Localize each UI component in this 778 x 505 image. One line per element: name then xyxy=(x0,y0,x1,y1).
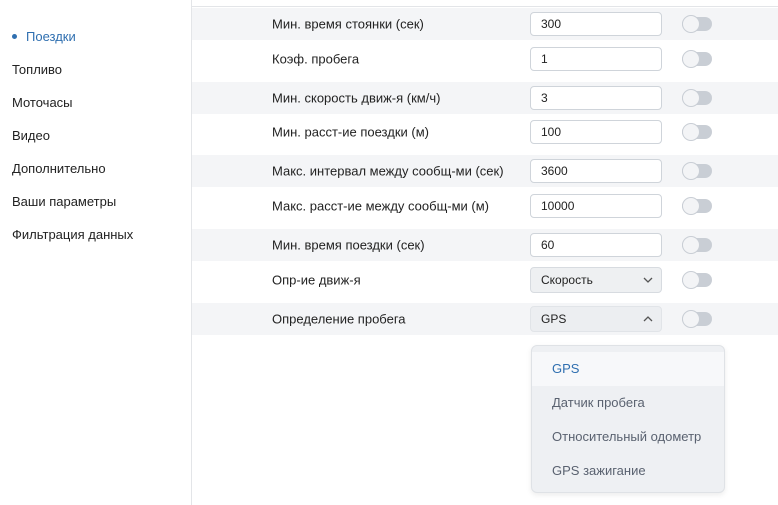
setting-row-min-speed: Мин. скорость движ-я (км/ч) xyxy=(192,82,778,114)
setting-row-min-trip-time: Мин. время поездки (сек) xyxy=(192,229,778,261)
min-trip-distance-input[interactable] xyxy=(530,120,662,144)
chevron-up-icon xyxy=(643,316,653,322)
mileage-coef-toggle[interactable] xyxy=(682,50,712,68)
select-value: Скорость xyxy=(541,273,593,287)
max-msg-interval-input[interactable] xyxy=(530,159,662,183)
select-value: GPS xyxy=(541,312,567,326)
toggle-knob xyxy=(682,236,700,254)
toggle-knob xyxy=(682,123,700,141)
min-trip-time-input[interactable] xyxy=(530,233,662,257)
setting-label: Определение пробега xyxy=(272,311,406,327)
setting-label: Коэф. пробега xyxy=(272,51,360,67)
setting-row-min-trip-distance: Мин. расст-ие поездки (м) xyxy=(192,116,778,148)
setting-row-mileage-detection: Определение пробега GPS xyxy=(192,303,778,335)
toggle-knob xyxy=(682,162,700,180)
min-speed-input[interactable] xyxy=(530,86,662,110)
mileage-detection-dropdown: GPS Датчик пробега Относительный одометр… xyxy=(531,345,725,493)
chevron-down-icon xyxy=(643,277,653,283)
max-msg-distance-input[interactable] xyxy=(530,194,662,218)
sidebar-item-video[interactable]: Видео xyxy=(12,128,50,143)
toggle-knob xyxy=(682,15,700,33)
toggle-knob xyxy=(682,271,700,289)
max-msg-interval-toggle[interactable] xyxy=(682,162,712,180)
toggle-knob xyxy=(682,50,700,68)
setting-label: Мин. время стоянки (сек) xyxy=(272,16,424,32)
dropdown-option-mileage-sensor[interactable]: Датчик пробега xyxy=(532,386,724,420)
sidebar-item-your-parameters[interactable]: Ваши параметры xyxy=(12,194,116,209)
setting-row-max-msg-distance: Макс. расст-ие между сообщ-ми (м) xyxy=(192,190,778,222)
mileage-detection-select[interactable]: GPS xyxy=(530,306,662,332)
setting-row-max-msg-interval: Макс. интервал между сообщ-ми (сек) xyxy=(192,155,778,187)
min-trip-distance-toggle[interactable] xyxy=(682,123,712,141)
motion-detection-select[interactable]: Скорость xyxy=(530,267,662,293)
mileage-detection-toggle[interactable] xyxy=(682,310,712,328)
motion-detection-toggle[interactable] xyxy=(682,271,712,289)
setting-label: Опр-ие движ-я xyxy=(272,272,361,288)
sidebar-item-fuel[interactable]: Топливо xyxy=(12,62,62,77)
toggle-knob xyxy=(682,197,700,215)
setting-label: Мин. расст-ие поездки (м) xyxy=(272,124,429,140)
min-trip-time-toggle[interactable] xyxy=(682,236,712,254)
mileage-coef-input[interactable] xyxy=(530,47,662,71)
dropdown-option-gps-ignition[interactable]: GPS зажигание xyxy=(532,454,724,488)
sidebar-item-additional[interactable]: Дополнительно xyxy=(12,161,106,176)
max-msg-distance-toggle[interactable] xyxy=(682,197,712,215)
top-divider xyxy=(192,6,778,7)
setting-label: Мин. скорость движ-я (км/ч) xyxy=(272,90,441,106)
min-stop-time-input[interactable] xyxy=(530,12,662,36)
toggle-knob xyxy=(682,310,700,328)
setting-label: Макс. расст-ие между сообщ-ми (м) xyxy=(272,198,490,214)
setting-row-mileage-coef: Коэф. пробега xyxy=(192,43,778,75)
setting-row-motion-detection: Опр-ие движ-я Скорость xyxy=(192,264,778,296)
sidebar-item-engine-hours[interactable]: Моточасы xyxy=(12,95,73,110)
setting-label: Мин. время поездки (сек) xyxy=(272,237,425,253)
setting-label: Макс. интервал между сообщ-ми (сек) xyxy=(272,163,504,179)
min-speed-toggle[interactable] xyxy=(682,89,712,107)
setting-row-min-stop-time: Мин. время стоянки (сек) xyxy=(192,8,778,40)
sidebar-item-data-filtering[interactable]: Фильтрация данных xyxy=(12,227,133,242)
dropdown-option-gps[interactable]: GPS xyxy=(532,352,724,386)
dropdown-option-relative-odometer[interactable]: Относительный одометр xyxy=(532,420,724,454)
min-stop-time-toggle[interactable] xyxy=(682,15,712,33)
toggle-knob xyxy=(682,89,700,107)
sidebar: Поездки Топливо Моточасы Видео Дополните… xyxy=(0,0,192,505)
active-dot-icon xyxy=(12,34,17,39)
sidebar-item-trips[interactable]: Поездки xyxy=(26,29,76,44)
